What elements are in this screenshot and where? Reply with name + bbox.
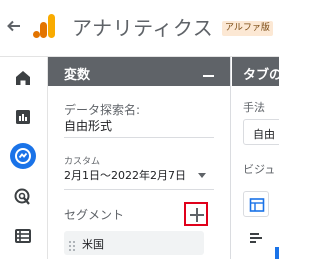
tab-settings-header: タブの <box>232 57 279 86</box>
chevron-down-icon[interactable] <box>198 173 206 178</box>
date-range-selector[interactable]: 2月1日～2022年2月7日 <box>64 167 186 183</box>
visualization-label: ビジュ <box>243 163 276 176</box>
left-navigation <box>0 57 48 259</box>
accent-strip <box>275 247 279 259</box>
table-icon <box>249 198 265 212</box>
bar-chart-icon <box>250 233 262 243</box>
app-header: アナリティクス アルファ版 <box>0 0 279 57</box>
table-viz-button[interactable] <box>243 191 269 217</box>
segment-chip-label: 米国 <box>82 238 104 251</box>
date-range-caption: カスタム <box>64 157 101 167</box>
plus-icon-bar <box>190 214 204 216</box>
technique-label: 手法 <box>243 101 265 114</box>
technique-value: 自由 <box>253 128 275 141</box>
tab-settings-panel: タブの 手法 自由 ビジュ <box>232 57 279 259</box>
drag-handle-icon[interactable] <box>68 237 76 251</box>
segment-chip[interactable]: 米国 <box>64 231 204 255</box>
advertising-icon[interactable] <box>12 186 34 208</box>
home-icon[interactable] <box>12 67 34 89</box>
variables-panel: 変数 データ探索名: 自由形式 カスタム 2月1日～2022年2月7日 セグメン… <box>48 57 231 259</box>
date-range-underline <box>64 189 214 190</box>
explore-icon[interactable] <box>10 143 36 169</box>
alpha-badge: アルファ版 <box>222 21 273 36</box>
exploration-name-underline <box>64 137 214 138</box>
variables-title: 変数 <box>64 68 91 83</box>
arrow-back-icon[interactable] <box>5 17 23 35</box>
bar-viz-button[interactable] <box>243 225 269 251</box>
add-segment-button[interactable] <box>184 202 208 226</box>
segment-label: セグメント <box>64 208 125 222</box>
configure-icon[interactable] <box>12 225 34 247</box>
tab-settings-title: タブの <box>243 68 279 83</box>
analytics-logo-icon <box>33 14 58 38</box>
exploration-name-label: データ探索名: <box>64 103 141 117</box>
app-title: アナリティクス <box>72 16 214 40</box>
technique-select[interactable]: 自由 <box>243 119 279 145</box>
exploration-name-field[interactable]: 自由形式 <box>64 117 112 134</box>
variables-panel-header: 変数 <box>48 57 230 86</box>
reports-icon[interactable] <box>12 106 34 128</box>
minimize-icon[interactable] <box>203 75 214 77</box>
